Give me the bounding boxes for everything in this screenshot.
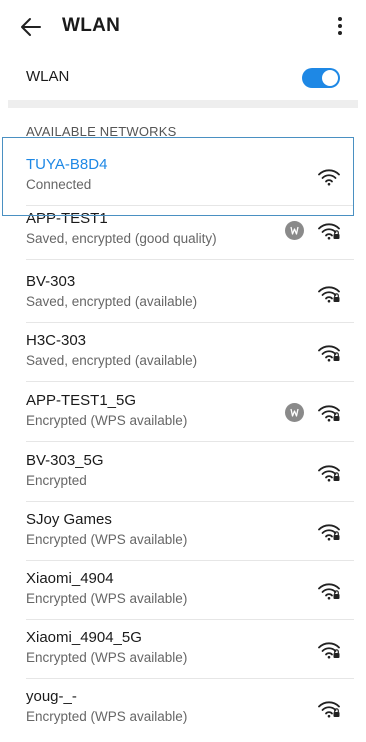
network-item[interactable]: Xiaomi_4904 Encrypted (WPS available): [0, 564, 366, 620]
row-divider: [26, 678, 354, 679]
network-item[interactable]: BV-303 Saved, encrypted (available): [0, 267, 366, 323]
network-name: BV-303_5G: [26, 452, 104, 469]
network-name: TUYA-B8D4: [26, 156, 108, 173]
wps-icon: [285, 221, 304, 240]
network-item[interactable]: SJoy Games Encrypted (WPS available): [0, 505, 366, 561]
network-name: Xiaomi_4904: [26, 570, 114, 587]
page-title: WLAN: [62, 15, 121, 36]
wifi-icon: [318, 168, 340, 186]
network-status: Encrypted (WPS available): [26, 709, 188, 724]
wifi-locked-icon: [318, 222, 340, 240]
wifi-locked-icon: [318, 641, 340, 659]
row-divider: [26, 441, 354, 442]
more-vertical-icon[interactable]: [332, 12, 348, 40]
wlan-toggle-label: WLAN: [26, 68, 70, 85]
network-item[interactable]: youg-_- Encrypted (WPS available): [0, 682, 366, 738]
row-divider: [26, 381, 354, 382]
network-item[interactable]: BV-303_5G Encrypted: [0, 446, 366, 502]
wifi-locked-icon: [318, 464, 340, 482]
toggle-knob: [322, 70, 338, 86]
wifi-locked-icon: [318, 523, 340, 541]
network-item[interactable]: APP-TEST1_5G Encrypted (WPS available): [0, 386, 366, 442]
row-divider: [26, 560, 354, 561]
network-name: APP-TEST1: [26, 210, 108, 227]
network-status: Encrypted: [26, 473, 87, 488]
network-status: Encrypted (WPS available): [26, 591, 188, 606]
wps-icon: [285, 403, 304, 422]
row-divider: [26, 322, 354, 323]
row-divider: [26, 259, 354, 260]
network-status: Saved, encrypted (good quality): [26, 231, 217, 246]
wifi-locked-icon: [318, 404, 340, 422]
network-item[interactable]: H3C-303 Saved, encrypted (available): [0, 326, 366, 382]
network-status: Encrypted (WPS available): [26, 532, 188, 547]
network-status: Saved, encrypted (available): [26, 353, 198, 368]
network-status: Encrypted (WPS available): [26, 650, 188, 665]
wifi-locked-icon: [318, 582, 340, 600]
available-networks-header: AVAILABLE NETWORKS: [26, 124, 177, 136]
network-item[interactable]: TUYA-B8D4 Connected: [0, 150, 366, 206]
back-arrow-icon[interactable]: [18, 14, 44, 40]
network-name: youg-_-: [26, 688, 77, 705]
wifi-locked-icon: [318, 285, 340, 303]
network-name: H3C-303: [26, 332, 87, 349]
wifi-locked-icon: [318, 700, 340, 718]
network-status: Saved, encrypted (available): [26, 294, 198, 309]
section-divider: [8, 100, 358, 108]
network-status: Connected: [26, 177, 92, 192]
network-name: SJoy Games: [26, 511, 112, 528]
row-divider: [26, 619, 354, 620]
row-divider: [26, 501, 354, 502]
network-item[interactable]: APP-TEST1 Saved, encrypted (good quality): [0, 204, 366, 260]
network-item[interactable]: Xiaomi_4904_5G Encrypted (WPS available): [0, 623, 366, 679]
network-name: BV-303: [26, 273, 76, 290]
wlan-toggle-switch[interactable]: [302, 68, 340, 88]
wlan-toggle-row[interactable]: WLAN: [0, 56, 366, 98]
network-name: APP-TEST1_5G: [26, 392, 137, 409]
network-name: Xiaomi_4904_5G: [26, 629, 142, 646]
wifi-locked-icon: [318, 344, 340, 362]
network-status: Encrypted (WPS available): [26, 413, 188, 428]
top-app-bar: WLAN: [0, 0, 366, 52]
